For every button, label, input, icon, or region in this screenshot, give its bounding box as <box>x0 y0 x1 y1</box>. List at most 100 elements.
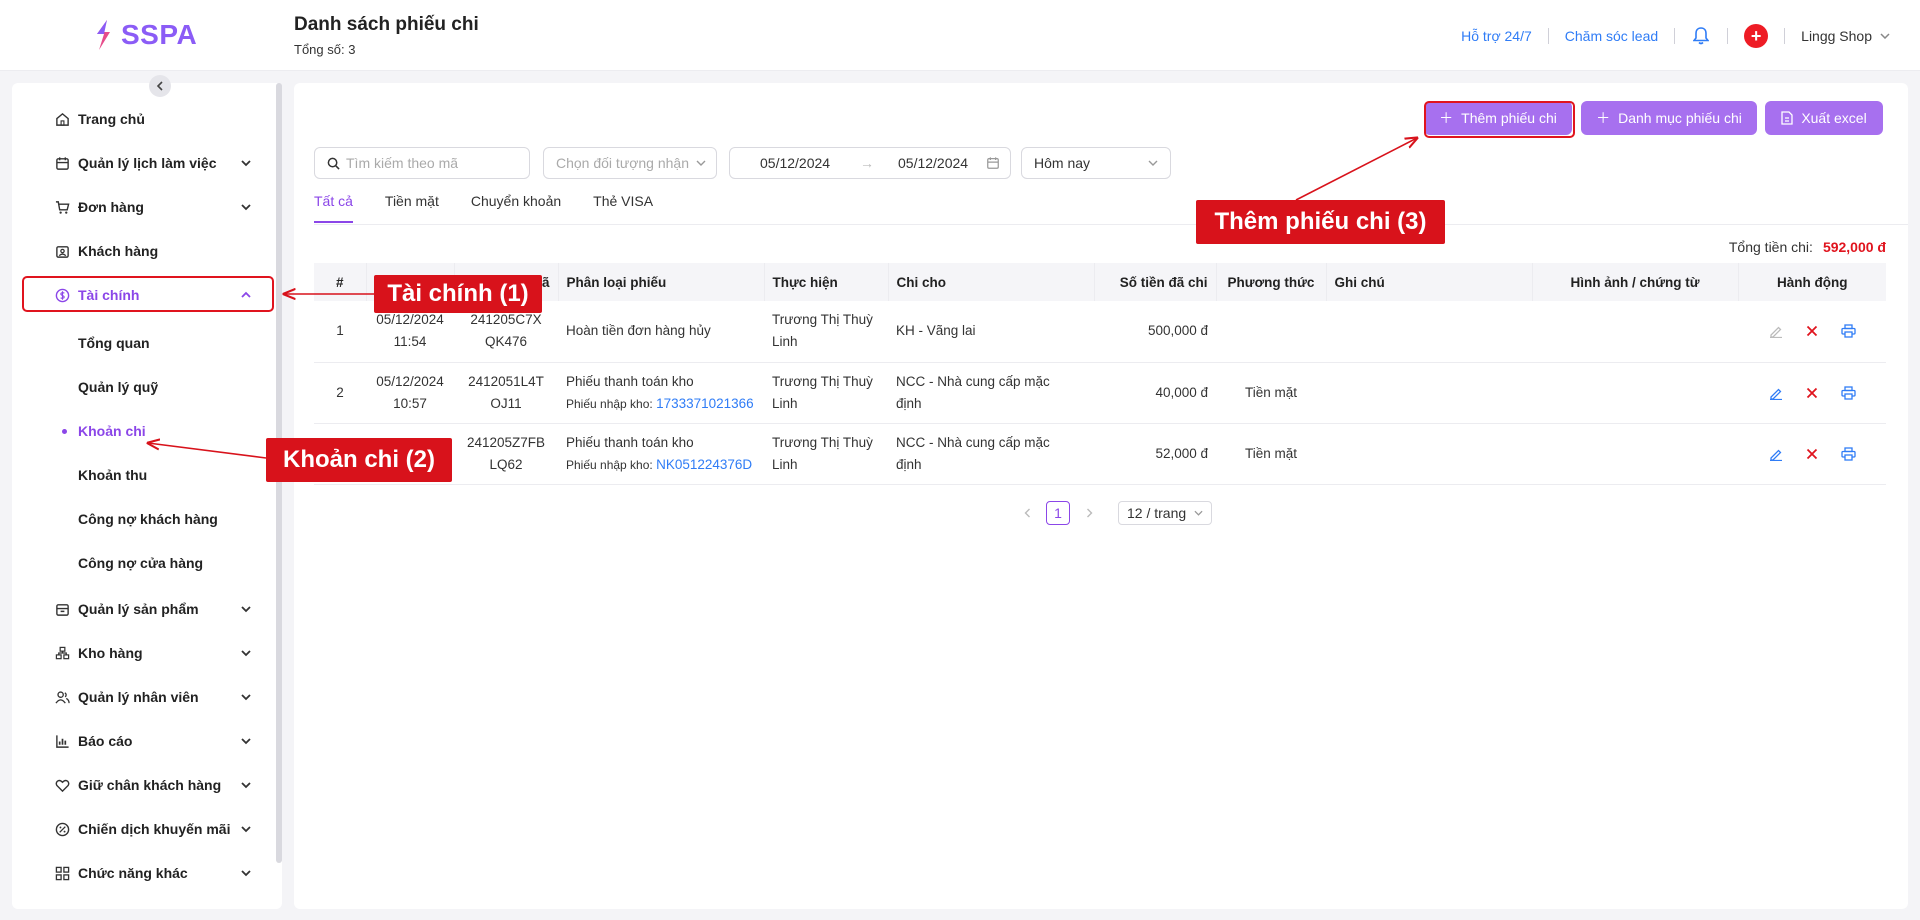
table-row[interactable]: 3 241205Z7FBLQ62 Phiếu thanh toán khoPhi… <box>314 423 1886 485</box>
column-header-index: # <box>314 263 367 301</box>
chevron-left-icon <box>1024 508 1030 518</box>
grid-icon <box>54 865 70 881</box>
sidebar-item-staff[interactable]: Quản lý nhân viên <box>22 679 272 715</box>
table-row[interactable]: 2 05/12/2024 10:57 2412051L4T OJ11 Phiếu t… <box>314 362 1886 424</box>
date-from[interactable]: 05/12/2024 <box>760 155 830 171</box>
sidebar-item-schedule[interactable]: Quản lý lịch làm việc <box>22 145 272 181</box>
chevron-down-icon <box>241 694 251 701</box>
shop-selector[interactable]: Lingg Shop <box>1801 28 1890 44</box>
row-performer: Trương Thị Thuỳ Linh <box>764 423 888 485</box>
heart-icon <box>54 777 70 793</box>
shop-name: Lingg Shop <box>1801 28 1872 44</box>
sidebar-subitem-store-debt[interactable]: Công nợ cửa hàng <box>22 545 272 581</box>
date-to[interactable]: 05/12/2024 <box>898 155 968 171</box>
sidebar-item-retention[interactable]: Giữ chân khách hàng <box>22 767 272 803</box>
export-excel-button[interactable]: Xuất excel <box>1765 101 1883 135</box>
column-header-amount: Số tiền đã chi <box>1094 263 1217 301</box>
sidebar-item-reports[interactable]: Báo cáo <box>22 723 272 759</box>
sidebar-subitem-income[interactable]: Khoản thu <box>22 457 272 493</box>
tab-transfer[interactable]: Chuyển khoản <box>471 193 561 223</box>
support-link[interactable]: Hỗ trợ 24/7 <box>1461 28 1532 44</box>
receipt-note-label: Phiếu nhập kho: <box>566 457 657 472</box>
table-header-row: # ã Phân loại phiếu Thực hiện Chi cho Số… <box>314 263 1886 301</box>
sidebar-subitem-funds[interactable]: Quản lý quỹ <box>22 369 272 405</box>
sidebar-item-label: Trang chủ <box>78 111 145 127</box>
expense-category-button[interactable]: ＋ Danh mục phiếu chi <box>1581 101 1757 135</box>
row-recipient-line: định <box>896 395 922 411</box>
delete-icon[interactable] <box>1803 445 1821 463</box>
recipient-select[interactable]: Chọn đối tượng nhận <box>543 147 717 179</box>
sidebar-item-orders[interactable]: Đơn hàng <box>22 189 272 225</box>
contact-icon <box>54 243 70 259</box>
receipt-link[interactable]: NK051224376D <box>656 457 752 472</box>
row-code-line: 2412051L4T <box>468 373 544 389</box>
row-time: 10:57 <box>393 395 427 411</box>
column-header-type: Phân loại phiếu <box>558 263 765 301</box>
total-expense-label: Tổng tiền chi: <box>1728 239 1813 255</box>
sidebar-subitem-expenses[interactable]: Khoản chi <box>22 413 272 449</box>
callout-expense: Khoản chi (2) <box>266 438 452 482</box>
receipt-link[interactable]: 1733371021366 <box>656 396 754 411</box>
prev-page-button[interactable] <box>1016 502 1038 524</box>
highlight-finance <box>22 276 274 312</box>
row-type: Hoàn tiền đơn hàng hủy <box>558 301 764 363</box>
column-header-attachments: Hình ảnh / chứng từ <box>1532 263 1739 301</box>
period-value: Hôm nay <box>1034 155 1091 171</box>
sidebar-subitem-label: Khoản thu <box>78 467 148 483</box>
quick-add-icon[interactable]: + <box>1744 24 1769 48</box>
table-row[interactable]: 1 05/12/2024 11:54 241205C7X QK476 Hoàn ti… <box>314 301 1886 363</box>
chevron-down-icon <box>241 606 251 613</box>
logo[interactable]: SSPA <box>93 18 197 52</box>
delete-icon[interactable] <box>1803 384 1821 402</box>
column-header-actions: Hành động <box>1738 263 1886 301</box>
row-note <box>1326 362 1532 424</box>
row-performer-line: Trương Thị Thuỳ <box>772 434 873 450</box>
sidebar-item-home[interactable]: Trang chủ <box>22 101 272 137</box>
edit-icon[interactable] <box>1767 384 1785 402</box>
row-code: 241205Z7FB LQ62 <box>454 423 558 485</box>
sidebar-subitem-label: Công nợ cửa hàng <box>78 555 204 571</box>
row-actions <box>1738 362 1886 424</box>
receipt-note-label: Phiếu nhập kho: <box>566 396 657 411</box>
sidebar-subitem-label: Khoản chi <box>78 423 146 439</box>
row-note <box>1326 301 1532 363</box>
pagination: 1 12 / trang <box>1016 501 1213 525</box>
page-heading: Danh sách phiếu chi Tổng số: 3 <box>294 14 479 57</box>
file-icon <box>1781 111 1793 125</box>
next-page-button[interactable] <box>1078 502 1100 524</box>
page-size-select[interactable]: 12 / trang <box>1118 501 1213 525</box>
sidebar-item-promotions[interactable]: Chiến dịch khuyến mãi <box>22 811 272 847</box>
sidebar-collapse-button[interactable] <box>149 75 171 97</box>
tab-all[interactable]: Tất cả <box>314 193 353 223</box>
sidebar-item-other[interactable]: Chức năng khác <box>22 855 272 891</box>
chevron-down-icon <box>241 870 251 877</box>
print-icon[interactable] <box>1839 445 1857 463</box>
warehouse-icon <box>54 645 70 661</box>
search-input[interactable]: Tìm kiếm theo mã <box>314 147 530 179</box>
delete-icon[interactable] <box>1803 322 1821 340</box>
tab-cash[interactable]: Tiền mặt <box>385 193 439 223</box>
print-icon[interactable] <box>1839 384 1857 402</box>
page-number[interactable]: 1 <box>1046 501 1070 525</box>
sidebar-subitem-customer-debt[interactable]: Công nợ khách hàng <box>22 501 272 537</box>
highlight-add-expense <box>1424 101 1575 138</box>
print-icon[interactable] <box>1839 322 1857 340</box>
bell-icon[interactable] <box>1691 26 1711 46</box>
sidebar-item-products[interactable]: Quản lý sản phẩm <box>22 591 272 627</box>
row-recipient: KH - Vãng lai <box>888 301 1094 363</box>
row-attachments <box>1532 301 1738 363</box>
sidebar-item-warehouse[interactable]: Kho hàng <box>22 635 272 671</box>
calendar-icon <box>987 157 999 169</box>
lead-care-link[interactable]: Chăm sóc lead <box>1565 28 1658 44</box>
row-datetime: 05/12/2024 10:57 <box>366 362 454 424</box>
period-select[interactable]: Hôm nay <box>1021 147 1171 179</box>
row-attachments <box>1532 362 1738 424</box>
edit-icon[interactable] <box>1767 445 1785 463</box>
sidebar-item-label: Quản lý sản phẩm <box>78 601 199 617</box>
sidebar-item-customers[interactable]: Khách hàng <box>22 233 272 269</box>
row-type: Phiếu thanh toán kho Phiếu nhập kho: NK05… <box>558 423 764 485</box>
date-range-picker[interactable]: 05/12/2024 → 05/12/2024 <box>729 147 1011 179</box>
chevron-right-icon <box>1086 508 1092 518</box>
sidebar-subitem-overview[interactable]: Tổng quan <box>22 325 272 361</box>
tab-visa[interactable]: Thẻ VISA <box>593 193 653 223</box>
